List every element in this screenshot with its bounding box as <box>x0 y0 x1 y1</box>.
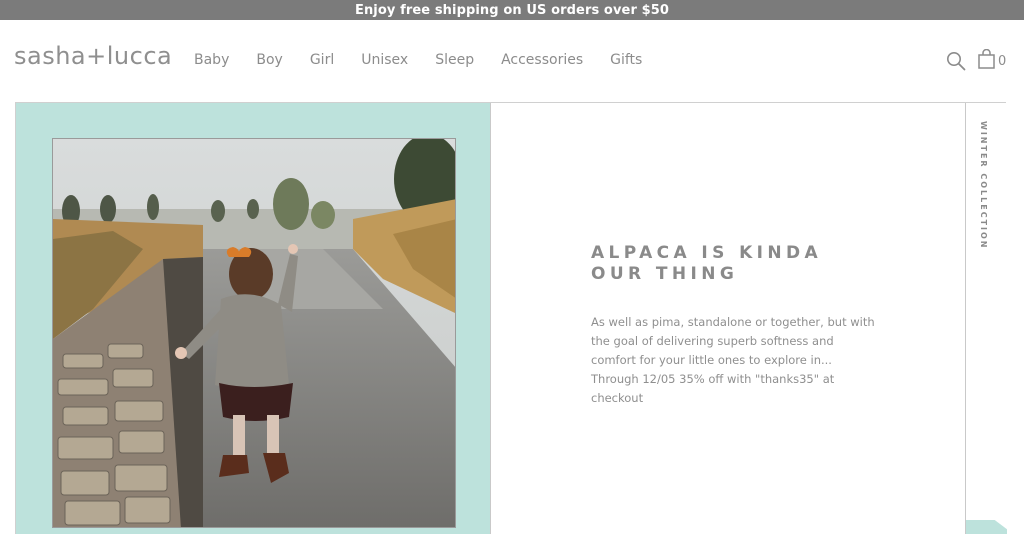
nav-gifts[interactable]: Gifts <box>610 52 642 68</box>
nav-boy[interactable]: Boy <box>256 52 282 68</box>
girl-on-path-photo <box>53 139 455 527</box>
nav-sleep[interactable]: Sleep <box>435 52 474 68</box>
shopping-bag-icon <box>978 49 995 69</box>
promo-bar: Enjoy free shipping on US orders over $5… <box>0 0 1024 20</box>
nav-girl[interactable]: Girl <box>310 52 334 68</box>
winter-collection-tab[interactable]: WINTER COLLECTION <box>965 103 1007 534</box>
cart-button[interactable]: 0 <box>978 49 1006 69</box>
hero-copy: ALPACA IS KINDA OUR THING As well as pim… <box>591 243 881 408</box>
side-tab-corner <box>966 520 1007 534</box>
nav-accessories[interactable]: Accessories <box>501 52 583 68</box>
hero-image-panel <box>16 103 491 534</box>
promo-text: Enjoy free shipping on US orders over $5… <box>354 2 670 18</box>
site-header: sasha+lucca Baby Boy Girl Unisex Sleep A… <box>0 20 1024 102</box>
logo[interactable]: sasha+lucca <box>14 42 172 70</box>
hero-description: As well as pima, standalone or together,… <box>591 315 875 405</box>
nav-unisex[interactable]: Unisex <box>361 52 408 68</box>
hero-title: ALPACA IS KINDA OUR THING <box>591 243 823 284</box>
side-tab-label: WINTER COLLECTION <box>979 121 988 250</box>
nav-baby[interactable]: Baby <box>194 52 229 68</box>
cart-count: 0 <box>998 54 1007 69</box>
hero-photo[interactable] <box>52 138 456 528</box>
search-icon[interactable] <box>946 51 966 71</box>
main-nav: Baby Boy Girl Unisex Sleep Accessories G… <box>194 52 669 68</box>
hero-banner: ALPACA IS KINDA OUR THING As well as pim… <box>15 102 1007 534</box>
